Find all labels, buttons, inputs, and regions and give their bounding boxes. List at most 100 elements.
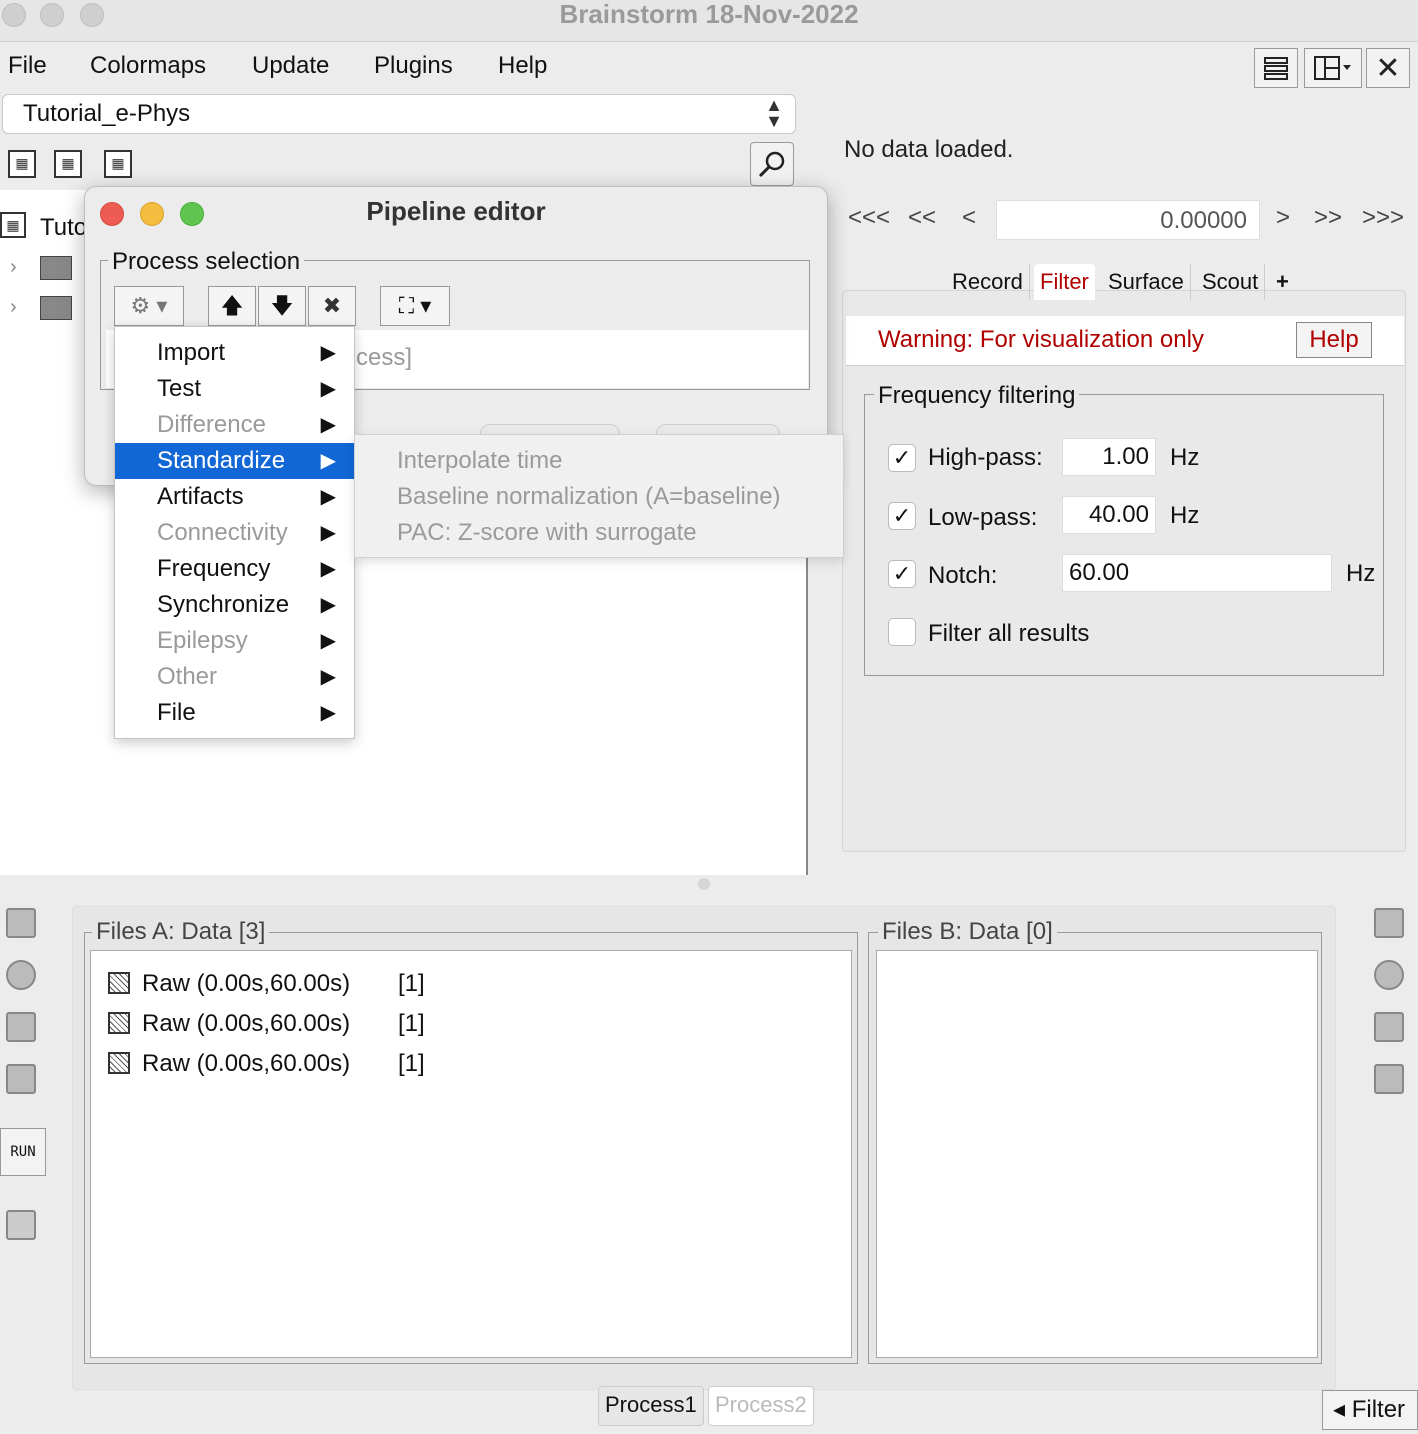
sources-files-b-icon[interactable] — [1374, 960, 1404, 990]
timefreq-files-b-icon[interactable] — [1374, 1012, 1404, 1042]
help-button[interactable]: Help — [1296, 322, 1372, 358]
menu-item-import[interactable]: Import ▶ — [115, 335, 354, 371]
list-item-count: [1] — [398, 1050, 425, 1077]
tab-add[interactable]: + — [1270, 264, 1295, 300]
notch-input[interactable]: 60.00 — [1062, 554, 1332, 592]
submenu-arrow-icon: ▶ — [320, 522, 336, 544]
submenu-item-baseline-normalization[interactable]: Baseline normalization (A=baseline) — [397, 483, 781, 511]
submenu-arrow-icon: ▶ — [320, 486, 336, 508]
explorer-conditions-icon[interactable]: ▦ — [104, 150, 132, 178]
list-item-count: [1] — [398, 970, 425, 997]
protocol-select-value: Tutorial_e-Phys — [23, 100, 191, 127]
highpass-input[interactable]: 1.00 — [1062, 438, 1156, 476]
tab-process1[interactable]: Process1 — [598, 1386, 704, 1426]
search-button[interactable] — [750, 142, 794, 186]
filter-toggle-button[interactable]: ◂ Filter — [1322, 1390, 1418, 1430]
nav-prev-button[interactable]: < — [962, 204, 976, 232]
menu-item-artifacts[interactable]: Artifacts ▶ — [115, 479, 354, 515]
submenu-item-pac-zscore[interactable]: PAC: Z-score with surrogate — [397, 519, 697, 547]
expand-chevron-icon[interactable]: › — [10, 296, 17, 319]
submenu-arrow-icon: ▶ — [320, 450, 336, 472]
expand-chevron-icon[interactable]: › — [10, 256, 17, 279]
menu-item-test[interactable]: Test ▶ — [115, 371, 354, 407]
nav-last-button[interactable]: >>> — [1362, 204, 1404, 232]
data-file-icon — [108, 1052, 130, 1074]
menu-item-connectivity[interactable]: Connectivity ▶ — [115, 515, 354, 551]
refresh-icon[interactable] — [6, 1210, 36, 1240]
lowpass-checkbox[interactable]: ✓ — [888, 502, 916, 530]
list-item-count: [1] — [398, 1010, 425, 1037]
list-item[interactable]: Raw (0.00s,60.00s) — [108, 1050, 350, 1078]
matrix-files-icon[interactable] — [6, 1064, 36, 1094]
notch-label: Notch: — [928, 562, 998, 589]
tab-process2[interactable]: Process2 — [708, 1386, 814, 1426]
menu-help[interactable]: Help — [498, 52, 547, 80]
explorer-studies-icon[interactable]: ▦ — [54, 150, 82, 178]
list-item[interactable]: Raw (0.00s,60.00s) — [108, 970, 350, 998]
subject-icon — [40, 296, 72, 320]
highpass-checkbox[interactable]: ✓ — [888, 444, 916, 472]
tab-record[interactable]: Record — [946, 264, 1030, 300]
explorer-subjects-icon[interactable]: ▦ — [8, 150, 36, 178]
subject-icon — [40, 256, 72, 280]
standardize-submenu: Interpolate time Baseline normalization … — [354, 434, 844, 558]
window-title: Brainstorm 18-Nov-2022 — [559, 0, 859, 29]
process-category-menu: Import ▶ Test ▶ Difference ▶ Standardize ▶ A… — [114, 326, 355, 739]
frequency-filtering-legend: Frequency filtering — [874, 382, 1080, 410]
submenu-item-interpolate-time[interactable]: Interpolate time — [397, 447, 562, 475]
splitter-handle[interactable] — [698, 878, 710, 890]
timefreq-files-icon[interactable] — [6, 1012, 36, 1042]
menu-item-epilepsy[interactable]: Epilepsy ▶ — [115, 623, 354, 659]
files-a-legend: Files A: Data [3] — [92, 918, 270, 946]
nav-next-button[interactable]: > — [1276, 204, 1290, 232]
nav-first-button[interactable]: <<< — [848, 204, 890, 232]
files-b-list[interactable] — [876, 950, 1318, 1358]
menu-update[interactable]: Update — [252, 52, 329, 80]
move-down-button[interactable]: 🡇 — [258, 286, 306, 326]
menu-file[interactable]: File — [8, 52, 47, 80]
add-process-button[interactable]: ⚙ ▾ — [114, 286, 184, 326]
menu-item-file[interactable]: File ▶ — [115, 695, 354, 731]
submenu-arrow-icon: ▶ — [320, 630, 336, 652]
pipeline-menu-button[interactable]: ⛶ ▾ — [380, 286, 450, 326]
list-layout-button[interactable] — [1254, 48, 1298, 88]
protocol-select[interactable]: Tutorial_e-Phys ▲ ▼ — [2, 94, 796, 134]
menu-plugins[interactable]: Plugins — [374, 52, 453, 80]
menu-item-synchronize[interactable]: Synchronize ▶ — [115, 587, 354, 623]
close-all-button[interactable]: ✕ — [1366, 48, 1410, 88]
delete-process-button[interactable]: ✖ — [308, 286, 356, 326]
window-layout-button[interactable] — [1304, 48, 1362, 88]
menu-colormaps[interactable]: Colormaps — [90, 52, 206, 80]
protocol-icon: ▦ — [0, 212, 26, 238]
list-item[interactable]: Raw (0.00s,60.00s) — [108, 1010, 350, 1038]
tab-surface[interactable]: Surface — [1102, 264, 1191, 300]
sources-files-icon[interactable] — [6, 960, 36, 990]
matrix-files-b-icon[interactable] — [1374, 1064, 1404, 1094]
notch-unit: Hz — [1346, 560, 1376, 587]
lowpass-input[interactable]: 40.00 — [1062, 496, 1156, 534]
data-file-icon — [108, 972, 130, 994]
filter-all-checkbox[interactable] — [888, 618, 916, 646]
filter-all-label: Filter all results — [928, 620, 1090, 647]
menu-item-difference[interactable]: Difference ▶ — [115, 407, 354, 443]
menu-item-frequency[interactable]: Frequency ▶ — [115, 551, 354, 587]
menubar: File Colormaps Update Plugins Help — [0, 44, 1418, 90]
menu-item-other[interactable]: Other ▶ — [115, 659, 354, 695]
notch-checkbox[interactable]: ✓ — [888, 560, 916, 588]
nav-prev-page-button[interactable]: << — [908, 204, 936, 232]
run-button[interactable]: RUN — [0, 1128, 46, 1176]
tab-filter[interactable]: Filter — [1034, 264, 1095, 300]
data-files-icon[interactable] — [6, 908, 36, 938]
search-icon — [758, 151, 785, 178]
tab-scout[interactable]: Scout — [1196, 264, 1266, 300]
submenu-arrow-icon: ▶ — [320, 414, 336, 436]
data-files-b-icon[interactable] — [1374, 908, 1404, 938]
move-up-button[interactable]: 🡅 — [208, 286, 256, 326]
submenu-arrow-icon: ▶ — [320, 702, 336, 724]
menu-item-standardize[interactable]: Standardize ▶ — [115, 443, 354, 479]
process-list-hint: cess] — [356, 344, 413, 371]
dialog-title: Pipeline editor — [366, 196, 546, 226]
time-input[interactable]: 0.00000 — [996, 200, 1260, 240]
tree-root-label[interactable]: Tuto — [40, 214, 87, 242]
nav-next-page-button[interactable]: >> — [1314, 204, 1342, 232]
